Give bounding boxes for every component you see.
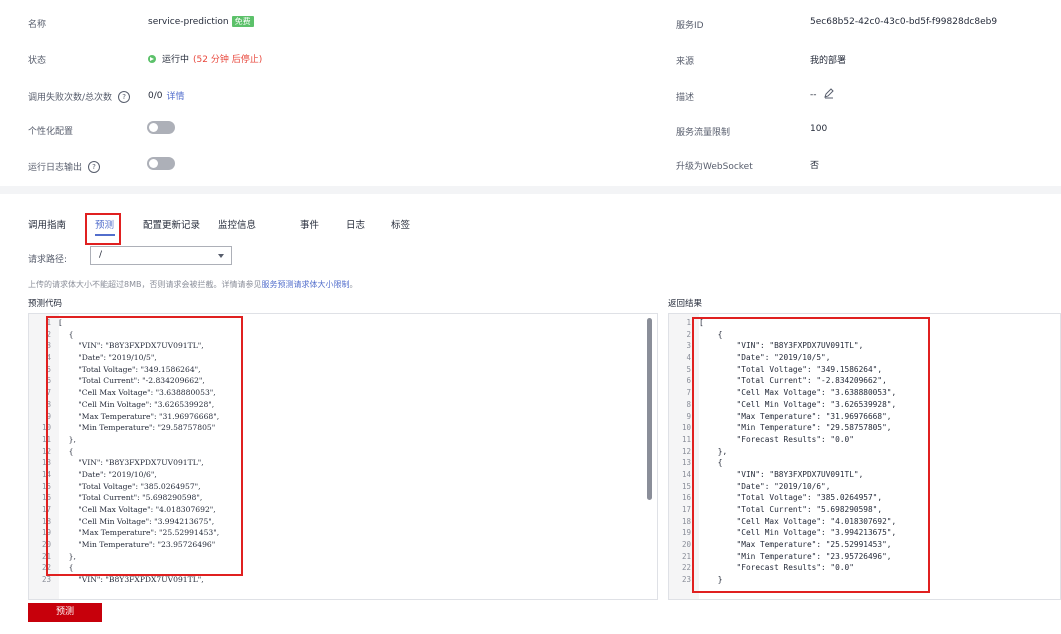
toggle-knob	[149, 159, 158, 168]
request-path-select[interactable]: /	[90, 246, 232, 265]
help-icon[interactable]: ?	[118, 90, 131, 103]
editor-scrollbar[interactable]	[647, 318, 652, 500]
service-name: service-prediction	[148, 16, 229, 27]
source-label: 来源	[676, 57, 695, 67]
tab-call-guide[interactable]: 调用指南	[28, 217, 66, 231]
websocket-value: 否	[810, 161, 820, 171]
tab-highlight-box	[85, 213, 121, 245]
running-icon	[148, 54, 156, 63]
run-log-label-text: 运行日志输出	[28, 163, 83, 173]
name-value: service-prediction 免费	[148, 16, 254, 27]
predict-code-title: 预测代码	[28, 299, 63, 309]
name-label: 名称	[28, 20, 47, 30]
status-note: (52 分钟 后停止)	[193, 55, 263, 65]
help-icon[interactable]: ?	[88, 160, 101, 173]
description-text: --	[810, 89, 817, 100]
calls-count: 0/0	[148, 90, 163, 101]
source-value: 我的部署	[810, 56, 847, 66]
code-text: "VIN": "B8Y3FXPDX7UV091TL",	[59, 575, 204, 585]
personal-config-label: 个性化配置	[28, 127, 74, 137]
run-log-toggle[interactable]	[147, 157, 175, 170]
tab-monitoring[interactable]: 监控信息	[218, 217, 256, 231]
service-id-label: 服务ID	[676, 21, 704, 31]
traffic-limit-value: 100	[810, 124, 828, 134]
tab-events[interactable]: 事件	[300, 217, 319, 231]
hint-text: 上传的请求体大小不能超过8MB，否则请求会被拦截。详情请参见	[28, 280, 262, 289]
service-info-panel: 名称 service-prediction 免费 状态 运行中 (52 分钟 后…	[0, 0, 1061, 186]
section-divider	[0, 186, 1061, 194]
service-id-value: 5ec68b52-42c0-43c0-bd5f-f99828dc8eb9	[810, 17, 998, 27]
status-text: 运行中	[162, 55, 190, 65]
run-log-label: 运行日志输出 ?	[28, 160, 101, 173]
line-number: 23	[41, 575, 51, 585]
calls-detail-link[interactable]: 详情	[166, 89, 184, 102]
status-value: 运行中 (52 分钟 后停止)	[148, 52, 262, 65]
code-line: 23 "VIN": "B8Y3FXPDX7UV091TL",	[29, 575, 219, 587]
tab-logs[interactable]: 日志	[346, 217, 365, 231]
free-badge: 免费	[231, 16, 254, 27]
description-label: 描述	[676, 93, 695, 103]
result-title: 返回结果	[668, 299, 703, 309]
request-path-value: /	[99, 250, 103, 260]
websocket-label: 升级为WebSocket	[676, 162, 753, 172]
size-limit-hint: 上传的请求体大小不能超过8MB，否则请求会被拦截。详情请参见服务预测请求体大小限…	[28, 279, 357, 290]
personal-config-toggle[interactable]	[147, 121, 175, 134]
calls-label: 调用失败次数/总次数 ?	[28, 90, 131, 103]
hint-end: 。	[349, 280, 358, 289]
tab-config-history[interactable]: 配置更新记录	[143, 217, 200, 231]
size-limit-link[interactable]: 服务预测请求体大小限制	[261, 280, 349, 289]
traffic-limit-label: 服务流量限制	[676, 128, 731, 138]
code-highlight-box	[46, 316, 243, 576]
status-label: 状态	[28, 56, 47, 66]
detail-tabs: 调用指南 预测 配置更新记录 监控信息 事件 日志 标签	[0, 213, 1061, 245]
edit-icon[interactable]	[823, 87, 835, 102]
result-highlight-box	[692, 317, 930, 593]
calls-label-text: 调用失败次数/总次数	[28, 93, 113, 103]
description-value: --	[810, 87, 835, 102]
calls-value: 0/0 详情	[148, 89, 185, 103]
predict-button[interactable]: 预测	[28, 603, 102, 622]
tab-tags[interactable]: 标签	[391, 217, 410, 231]
request-path-label: 请求路径:	[28, 255, 68, 265]
chevron-down-icon	[218, 254, 224, 258]
toggle-knob	[149, 123, 158, 132]
